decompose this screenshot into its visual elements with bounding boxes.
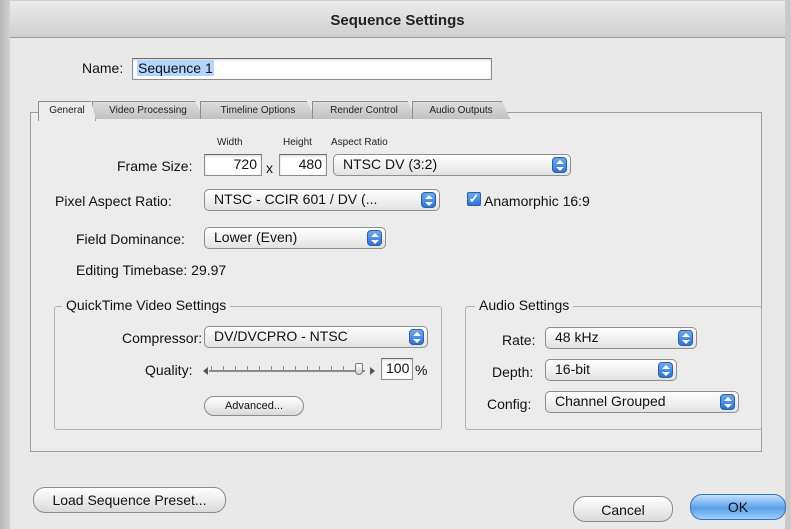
frame-width-field[interactable]: 720 [204,154,262,176]
compressor-popup[interactable]: DV/DVCPRO - NTSC [204,326,428,348]
compressor-value: DV/DVCPRO - NTSC [214,328,348,344]
audio-settings-title: Audio Settings [475,297,574,313]
frame-size-label: Frame Size: [117,158,193,174]
frame-height-field[interactable]: 480 [279,154,327,176]
name-field[interactable]: Sequence 1 [132,58,492,80]
pixel-aspect-ratio-value: NTSC - CCIR 601 / DV (... [214,191,378,207]
compressor-label: Compressor: [122,330,203,346]
aspect-ratio-popup[interactable]: NTSC DV (3:2) [333,154,571,176]
popup-arrows-icon [421,192,436,208]
name-value: Sequence 1 [137,60,214,76]
field-dominance-label: Field Dominance: [76,231,185,247]
rate-popup[interactable]: 48 kHz [545,327,697,349]
popup-arrows-icon [552,157,567,173]
quality-label: Quality: [145,362,193,378]
field-dominance-popup[interactable]: Lower (Even) [204,227,386,249]
window-title: Sequence Settings [330,12,465,29]
aspect-ratio-value: NTSC DV (3:2) [343,156,438,172]
slider-min-icon [203,367,208,375]
background-window-edge [0,0,10,529]
popup-arrows-icon [658,362,673,378]
slider-max-icon [370,367,375,375]
popup-arrows-icon [720,394,735,410]
config-label: Config: [487,396,532,412]
pixel-aspect-ratio-popup[interactable]: NTSC - CCIR 601 / DV (... [204,189,440,211]
tab-audio-outputs[interactable]: Audio Outputs [412,101,510,119]
aspect-ratio-header: Aspect Ratio [331,137,388,148]
editing-timebase-text: Editing Timebase: 29.97 [76,262,227,278]
advanced-button[interactable]: Advanced... [204,396,304,416]
quality-slider[interactable] [203,363,375,376]
slider-ticks [211,366,363,370]
pixel-aspect-ratio-label: Pixel Aspect Ratio: [55,193,172,209]
width-header: Width [217,137,243,148]
tab-render-control[interactable]: Render Control [312,101,416,119]
name-label: Name: [82,60,124,76]
rate-value: 48 kHz [555,329,599,345]
tab-timeline-options[interactable]: Timeline Options [200,101,316,119]
ok-button[interactable]: OK [690,494,786,520]
anamorphic-checkbox[interactable]: ✓ [467,192,481,206]
tab-general[interactable]: General [38,101,96,121]
anamorphic-label: Anamorphic 16:9 [484,193,590,209]
height-header: Height [283,137,312,148]
popup-arrows-icon [678,330,693,346]
depth-value: 16-bit [555,361,591,377]
field-dominance-value: Lower (Even) [214,229,298,245]
slider-track [209,370,365,372]
quality-value-field[interactable]: 100 [381,358,413,380]
load-sequence-preset-button[interactable]: Load Sequence Preset... [33,487,226,513]
quicktime-settings-title: QuickTime Video Settings [62,297,231,313]
frame-size-x: x [266,160,273,176]
rate-label: Rate: [502,332,536,348]
cancel-button[interactable]: Cancel [573,496,673,522]
popup-arrows-icon [409,329,424,345]
depth-popup[interactable]: 16-bit [545,359,677,381]
popup-arrows-icon [367,230,382,246]
config-value: Channel Grouped [555,393,666,409]
depth-label: Depth: [492,364,534,380]
tab-video-processing[interactable]: Video Processing [92,101,204,119]
quality-unit: % [415,362,428,378]
config-popup[interactable]: Channel Grouped [545,391,739,413]
slider-thumb[interactable] [355,363,363,375]
background-window-edge-right [785,0,791,529]
